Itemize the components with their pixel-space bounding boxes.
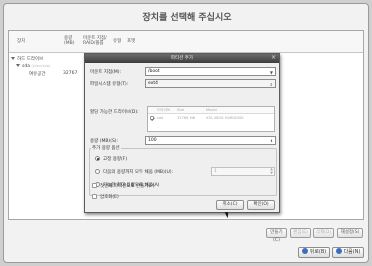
next-arrow-icon xyxy=(335,248,342,254)
fixed-size-radio[interactable] xyxy=(95,156,100,161)
drives-col-size: Size xyxy=(177,108,185,112)
fill-upto-value: 1 xyxy=(214,169,217,174)
back-arrow-icon xyxy=(301,248,308,254)
drive-row[interactable]: sda 32768 MB ATA VBOX HARDDISK xyxy=(148,115,274,122)
next-button[interactable]: 다음(N) xyxy=(332,247,364,258)
col-type[interactable]: 유형 xyxy=(113,39,121,44)
tree-row-hard-drives[interactable]: 하드 드라이브 xyxy=(11,56,43,62)
col-size[interactable]: 용량 (MB) xyxy=(64,36,78,46)
drives-col-model: Model xyxy=(206,108,217,112)
drive-size: 32768 MB xyxy=(177,116,196,120)
edit-button[interactable]: 편집(E) xyxy=(290,228,311,238)
encrypt-label[interactable]: 암호화(E) xyxy=(100,194,119,200)
reset-button[interactable]: 재설정(S) xyxy=(337,228,363,238)
col-format[interactable]: 포맷 xyxy=(127,39,135,44)
drives-col-drive: 드라이브 xyxy=(157,108,171,112)
mount-point-label: 마운트 지점(M): xyxy=(90,70,122,75)
tree-row-label: 하드 드라이브 xyxy=(17,57,44,62)
drives-label: 할당 가능한 드라이브(D): xyxy=(90,110,139,115)
tree-row-label: sda xyxy=(22,64,30,69)
size-options-label: 추가 용량 옵션 xyxy=(91,145,121,151)
col-device[interactable]: 장치 xyxy=(17,39,25,44)
dialog-title: 파티션 추가 xyxy=(85,54,279,63)
mount-point-combo[interactable]: /boot ▼ xyxy=(145,67,276,76)
fs-type-label: 파일시스템 유형(T): xyxy=(90,82,129,87)
expander-icon[interactable] xyxy=(11,57,15,60)
cancel-button[interactable]: 취소(C) xyxy=(216,200,244,210)
drives-list[interactable]: 드라이브 Size Model sda 32768 MB ATA VBOX HA… xyxy=(147,106,275,132)
chevron-updown-icon[interactable]: ⇕ xyxy=(270,81,273,88)
tree-row-label: 여유공간 xyxy=(29,72,46,77)
tree-header: 장치 용량 (MB) 마운트 지점/ RAID/볼륨 유형 포맷 xyxy=(9,31,363,53)
fixed-size-label[interactable]: 고정 용량(F) xyxy=(103,156,127,162)
size-value: 100 xyxy=(148,138,157,143)
size-label: 용량 (MB)(S): xyxy=(90,139,119,144)
next-label: 다음(N) xyxy=(343,249,361,255)
fs-type-select[interactable]: ext4 ⇕ xyxy=(145,79,276,88)
mount-point-value: /boot xyxy=(148,69,160,74)
ok-button[interactable]: 확인(O) xyxy=(247,200,275,210)
spin-arrows-icon[interactable]: ⬍ xyxy=(270,138,273,145)
tree-row-size: 32767 xyxy=(63,71,78,76)
primary-partition-checkbox[interactable] xyxy=(92,183,97,188)
size-spinbox[interactable]: 100 ⬍ xyxy=(145,136,276,145)
installer-window: 장치를 선택해 주십시오 장치 용량 (MB) 마운트 지점/ RAID/볼륨 … xyxy=(0,0,372,266)
drive-name: sda xyxy=(157,116,164,120)
page-title: 장치를 선택해 주십시오 xyxy=(142,13,232,23)
tree-row-sublabel: (/dev/sda) xyxy=(31,63,51,68)
col-mount[interactable]: 마운트 지점/ RAID/볼륨 xyxy=(83,36,111,46)
fill-upto-radio[interactable] xyxy=(95,169,100,174)
back-label: 뒤로(B) xyxy=(309,249,327,255)
add-partition-dialog: 파티션 추가 × 마운트 지점(M): /boot ▼ 파일시스템 유형(T):… xyxy=(84,53,280,213)
back-button[interactable]: 뒤로(B) xyxy=(298,247,330,258)
drive-model: ATA VBOX HARDDISK xyxy=(206,116,244,120)
expander-icon[interactable] xyxy=(16,64,20,67)
encrypt-checkbox[interactable] xyxy=(92,194,97,199)
drives-header: 드라이브 Size Model xyxy=(148,107,274,114)
spin-arrows-icon[interactable]: ▲ ▼ xyxy=(270,167,273,175)
fs-type-value: ext4 xyxy=(148,81,158,86)
fill-upto-label[interactable]: 다음의 용량까지 모두 채움 (MB)(U): xyxy=(103,169,173,175)
fill-upto-spinbox[interactable]: 1 ▲ ▼ xyxy=(211,167,275,176)
chevron-down-icon[interactable]: ▼ xyxy=(270,69,273,76)
tree-row-sda[interactable]: sda (/dev/sda) xyxy=(16,63,51,69)
primary-partition-label[interactable]: 첫번째 파티션으로 만들기(P) xyxy=(100,183,155,189)
create-button[interactable]: 만들기(C) xyxy=(266,228,287,243)
delete-button[interactable]: 삭제(D) xyxy=(313,228,334,238)
tree-row-free-space[interactable]: 여유공간 xyxy=(29,71,46,77)
drive-checkbox[interactable] xyxy=(150,116,154,120)
close-icon[interactable]: × xyxy=(270,55,277,62)
